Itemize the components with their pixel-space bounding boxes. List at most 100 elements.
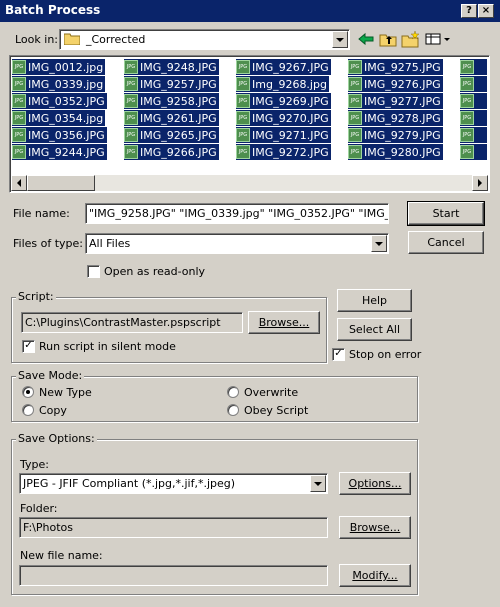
files-of-type-dropdown-arrow[interactable] [371, 235, 387, 252]
file-item[interactable]: JPG IMG_9244.JPG [12, 144, 107, 160]
new-type-radio[interactable] [22, 386, 34, 398]
start-button[interactable]: Start [407, 201, 485, 226]
scroll-right-button[interactable] [472, 175, 488, 191]
jpg-file-icon: JPG [348, 111, 362, 125]
overwrite-radio[interactable] [227, 386, 239, 398]
file-item[interactable]: JPG IMG_0356.JPG [12, 127, 107, 143]
file-item-partial[interactable]: JPG [460, 127, 487, 143]
stop-on-error-label: Stop on error [349, 348, 422, 361]
modify-label: Modify... [352, 569, 398, 582]
jpg-file-icon: JPG [236, 128, 250, 142]
script-path-value: C:\Plugins\ContrastMaster.pspscript [25, 316, 221, 329]
file-item[interactable]: JPG IMG_0339.jpg [12, 76, 106, 92]
view-menu-icon[interactable] [424, 30, 454, 48]
help-title-button[interactable]: ? [461, 4, 477, 18]
close-title-button[interactable]: × [478, 4, 494, 18]
file-item[interactable]: JPG IMG_9277.JPG [348, 93, 443, 109]
file-item[interactable]: JPG IMG_9272.JPG [236, 144, 331, 160]
file-list-scrollbar[interactable] [11, 175, 488, 191]
file-item[interactable]: JPG IMG_9275.JPG [348, 59, 443, 75]
jpg-file-icon: JPG [236, 94, 250, 108]
jpg-file-icon: JPG [12, 128, 26, 142]
folder-value: F:\Photos [23, 521, 73, 534]
file-item-partial[interactable]: JPG [460, 93, 487, 109]
new-file-name-label: New file name: [20, 549, 103, 562]
save-type-dropdown[interactable]: JPEG - JFIF Compliant (*.jpg,*.jif,*.jpe… [19, 473, 328, 494]
file-item[interactable]: JPG IMG_9270.JPG [236, 110, 331, 126]
open-read-only-checkbox[interactable] [87, 265, 100, 278]
window-title: Batch Process [5, 3, 101, 17]
browse-folder-button[interactable]: Browse... [339, 516, 411, 539]
file-name-text: IMG_9248.JPG [140, 60, 217, 74]
file-item[interactable]: JPG IMG_9261.JPG [124, 110, 219, 126]
stop-on-error-checkbox[interactable]: ✓ [332, 348, 345, 361]
back-icon[interactable] [356, 30, 376, 48]
file-item[interactable]: JPG IMG_9278.JPG [348, 110, 443, 126]
type-label: Type: [20, 458, 49, 471]
new-file-name-field [19, 565, 328, 586]
folder-field: F:\Photos [19, 517, 328, 538]
file-item[interactable]: JPG IMG_0012.jpg [12, 59, 106, 75]
file-name-text: IMG_0012.jpg [28, 60, 104, 74]
file-item[interactable]: JPG IMG_9265.JPG [124, 127, 219, 143]
jpg-file-icon: JPG [460, 128, 474, 142]
checkmark-icon: ✓ [24, 340, 33, 351]
options-button[interactable]: Options... [339, 472, 411, 495]
file-item[interactable]: JPG IMG_9258.JPG [124, 93, 219, 109]
jpg-file-icon: JPG [124, 145, 138, 159]
scroll-thumb[interactable] [27, 175, 95, 191]
file-item[interactable]: JPG IMG_9271.JPG [236, 127, 331, 143]
select-all-button[interactable]: Select All [337, 318, 412, 341]
file-item[interactable]: JPG IMG_0352.JPG [12, 93, 107, 109]
file-item-partial[interactable]: JPG [460, 76, 487, 92]
file-item-partial[interactable]: JPG [460, 59, 487, 75]
modify-button[interactable]: Modify... [339, 564, 411, 587]
browse-script-button[interactable]: Browse... [248, 311, 320, 334]
look-in-label: Look in: [15, 33, 58, 46]
file-item[interactable]: JPG IMG_9279.JPG [348, 127, 443, 143]
up-folder-icon[interactable] [378, 30, 398, 48]
jpg-file-icon: JPG [348, 77, 362, 91]
folder-label: Folder: [20, 502, 58, 515]
jpg-file-icon: JPG [348, 94, 362, 108]
obey-script-radio[interactable] [227, 404, 239, 416]
jpg-file-icon: JPG [124, 128, 138, 142]
file-item[interactable]: JPG IMG_9276.JPG [348, 76, 443, 92]
file-item[interactable]: JPG IMG_9266.JPG [124, 144, 219, 160]
cancel-button[interactable]: Cancel [408, 231, 484, 254]
look-in-dropdown[interactable]: _Corrected [59, 29, 350, 50]
file-item[interactable]: JPG IMG_9248.JPG [124, 59, 219, 75]
file-name-input[interactable]: "IMG_9258.JPG" "IMG_0339.jpg" "IMG_0352.… [85, 203, 389, 224]
save-type-dropdown-arrow[interactable] [310, 475, 326, 492]
file-name-text: IMG_9271.JPG [252, 128, 329, 142]
silent-mode-checkbox[interactable]: ✓ [22, 340, 35, 353]
file-name-text: IMG_9270.JPG [252, 111, 329, 125]
jpg-file-icon: JPG [124, 94, 138, 108]
file-item[interactable]: JPG Img_9268.jpg [236, 76, 329, 92]
jpg-file-icon: JPG [12, 111, 26, 125]
file-name-text: IMG_9280.JPG [364, 145, 441, 159]
file-item[interactable]: JPG IMG_9280.JPG [348, 144, 443, 160]
file-item-partial[interactable]: JPG [460, 144, 487, 160]
look-in-dropdown-arrow[interactable] [332, 31, 348, 48]
file-item-partial[interactable]: JPG [460, 110, 487, 126]
file-item[interactable]: JPG IMG_0354.jpg [12, 110, 106, 126]
help-button[interactable]: Help [337, 289, 412, 312]
chevron-down-icon [314, 481, 322, 486]
file-item[interactable]: JPG IMG_9269.JPG [236, 93, 331, 109]
file-name-value: "IMG_9258.JPG" "IMG_0339.jpg" "IMG_0352.… [89, 207, 389, 220]
file-item[interactable]: JPG IMG_9257.JPG [124, 76, 219, 92]
files-of-type-dropdown[interactable]: All Files [85, 233, 389, 254]
new-folder-icon[interactable] [401, 30, 421, 48]
scroll-left-button[interactable] [11, 175, 27, 191]
file-name-text: IMG_9278.JPG [364, 111, 441, 125]
arrow-right-icon [478, 179, 482, 187]
file-name-text: IMG_9266.JPG [140, 145, 217, 159]
radio-selected-dot [26, 390, 30, 394]
file-item[interactable]: JPG IMG_9267.JPG [236, 59, 331, 75]
copy-radio[interactable] [22, 404, 34, 416]
file-name-text: Img_9268.jpg [252, 77, 327, 91]
look-in-value: _Corrected [86, 33, 146, 46]
jpg-file-icon: JPG [460, 94, 474, 108]
file-list[interactable]: JPG IMG_0012.jpg JPG IMG_0339.jpg JPG IMG_035… [9, 55, 490, 193]
